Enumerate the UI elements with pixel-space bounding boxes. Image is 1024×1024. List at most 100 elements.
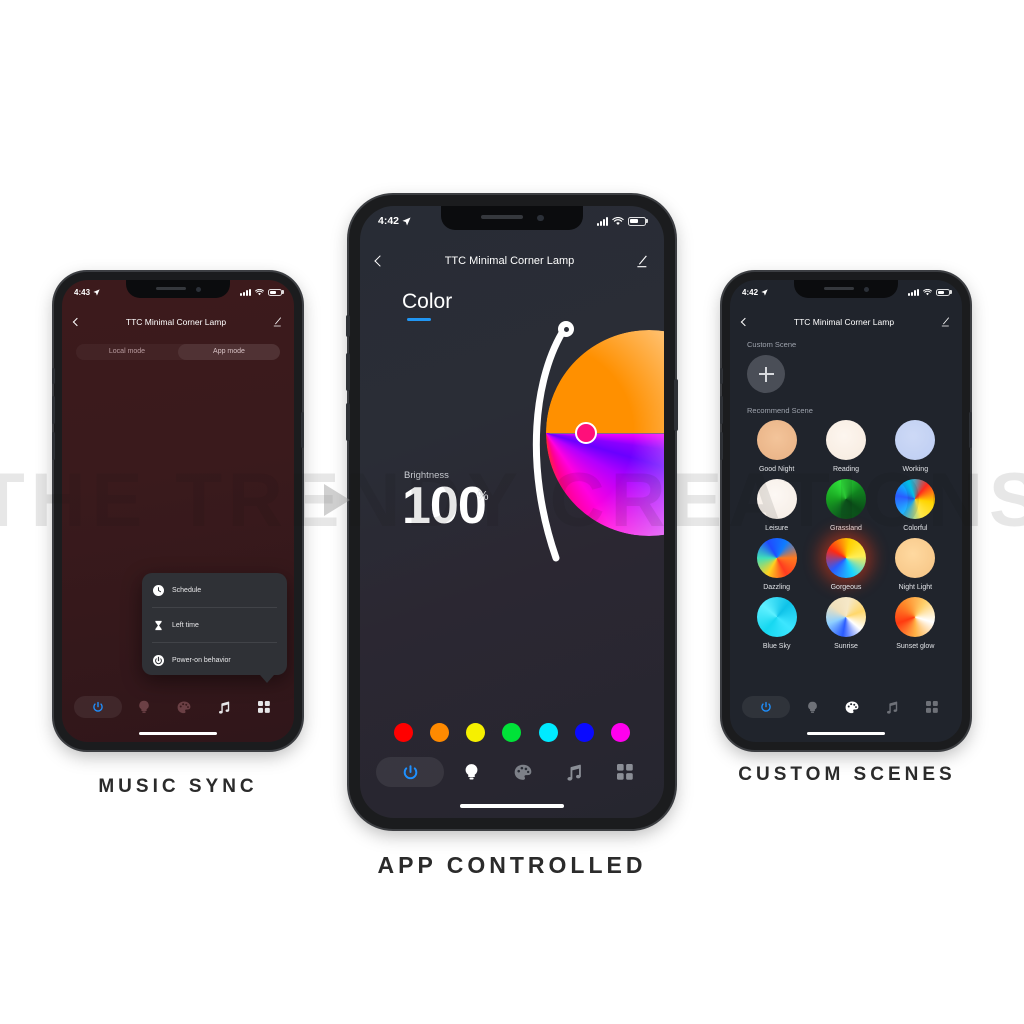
scene-item[interactable]: Leisure: [742, 479, 811, 532]
side-button-volume-up[interactable]: [52, 396, 55, 424]
tab-music[interactable]: [548, 764, 599, 781]
tab-light[interactable]: [124, 700, 164, 714]
swatch-green[interactable]: [502, 723, 522, 742]
scene-item[interactable]: Grassland: [811, 479, 880, 532]
page-title: TTC Minimal Corner Lamp: [444, 255, 575, 267]
scene-thumbnail[interactable]: [895, 597, 936, 637]
tab-music[interactable]: [872, 701, 912, 714]
scene-thumbnail[interactable]: [756, 538, 797, 578]
tab-light[interactable]: [792, 701, 832, 714]
swatch-cyan[interactable]: [538, 723, 558, 742]
status-indicators: [908, 288, 950, 296]
side-button-power[interactable]: [674, 379, 678, 431]
battery-icon: [268, 288, 282, 296]
scene-item[interactable]: Sunrise: [811, 597, 880, 650]
side-button-power[interactable]: [969, 412, 972, 448]
mode-option-local[interactable]: Local mode: [76, 344, 178, 360]
power-pill[interactable]: [376, 757, 444, 787]
add-custom-scene-button[interactable]: [747, 355, 785, 393]
custom-scene-label: Custom Scene: [747, 340, 797, 349]
swatch-magenta[interactable]: [610, 723, 630, 742]
scene-item[interactable]: Colorful: [881, 479, 950, 532]
power-behavior-icon: [153, 654, 164, 666]
tab-light[interactable]: [446, 763, 497, 781]
tab-more[interactable]: [599, 764, 650, 780]
tab-more[interactable]: [244, 701, 284, 713]
scene-thumbnail[interactable]: [825, 420, 866, 460]
tab-scene[interactable]: [497, 764, 548, 781]
side-button-volume-down[interactable]: [52, 432, 55, 460]
side-button-mute[interactable]: [720, 368, 723, 384]
home-indicator[interactable]: [139, 732, 217, 735]
right-phone-screen: 4:42 TTC Minimal Corner Lamp Custom Scen…: [730, 280, 962, 742]
popup-item-power-on-behavior[interactable]: Power-on behavior: [142, 643, 287, 677]
tab-scene[interactable]: [832, 701, 872, 714]
scene-item[interactable]: Gorgeous: [811, 538, 880, 591]
phone-center-app-controlled: 4:42 TTC Minimal Corner Lamp Color Brigh…: [346, 195, 678, 829]
scene-thumbnail[interactable]: [895, 420, 936, 460]
scene-label: Night Light: [898, 584, 933, 591]
brightness-knob[interactable]: [558, 321, 574, 337]
side-button-volume-down[interactable]: [720, 432, 723, 460]
tab-power[interactable]: [72, 696, 124, 718]
scene-label: Sunrise: [834, 643, 858, 650]
cellular-signal-icon: [908, 288, 919, 296]
tab-power[interactable]: [740, 696, 792, 718]
tab-scene[interactable]: [164, 701, 204, 714]
mode-option-app[interactable]: App mode: [178, 344, 280, 360]
scene-thumbnail[interactable]: [756, 420, 797, 460]
home-indicator[interactable]: [460, 804, 564, 808]
popup-item-left-time[interactable]: Left time: [142, 608, 287, 642]
swatch-yellow[interactable]: [466, 723, 486, 742]
grid-squares-icon: [616, 764, 633, 780]
pencil-edit-icon[interactable]: [940, 317, 950, 327]
power-pill[interactable]: [742, 696, 790, 718]
side-button-mute[interactable]: [52, 368, 55, 384]
side-button-power[interactable]: [301, 412, 304, 448]
home-indicator[interactable]: [807, 732, 885, 735]
power-pill[interactable]: [74, 696, 122, 718]
popup-label: Schedule: [172, 586, 202, 594]
scene-thumbnail[interactable]: [756, 597, 797, 637]
palette-icon: [177, 701, 191, 713]
scene-item[interactable]: Night Light: [881, 538, 950, 591]
swatch-orange[interactable]: [430, 723, 450, 742]
mode-toggle[interactable]: Local mode App mode: [76, 344, 280, 360]
scene-item[interactable]: Blue Sky: [742, 597, 811, 650]
popup-label: Left time: [172, 621, 199, 629]
hourglass-icon: [153, 620, 164, 631]
pencil-edit-icon[interactable]: [272, 317, 282, 327]
status-time: 4:42: [742, 287, 759, 297]
scene-thumbnail[interactable]: [895, 538, 936, 578]
side-button-volume-up[interactable]: [346, 353, 350, 391]
scene-thumbnail[interactable]: [825, 538, 866, 578]
scene-item[interactable]: Dazzling: [742, 538, 811, 591]
power-icon: [761, 701, 771, 712]
side-button-mute[interactable]: [346, 315, 350, 337]
scene-thumbnail[interactable]: [895, 479, 936, 519]
pencil-edit-icon[interactable]: [635, 255, 648, 268]
battery-icon: [936, 288, 950, 296]
scene-item[interactable]: Good Night: [742, 420, 811, 473]
tab-more[interactable]: [912, 701, 952, 713]
status-time: 4:42: [378, 215, 400, 227]
caption-custom-scenes: CUSTOM SCENES: [738, 764, 956, 785]
tab-power[interactable]: [374, 757, 446, 787]
tab-music[interactable]: [204, 701, 244, 714]
swatch-red[interactable]: [394, 723, 413, 742]
color-swatch-row: [394, 723, 630, 742]
tab-color-label[interactable]: Color: [402, 290, 452, 314]
scene-thumbnail[interactable]: [825, 479, 866, 519]
popup-item-schedule[interactable]: Schedule: [142, 573, 287, 607]
scene-label: Good Night: [758, 466, 795, 473]
scene-thumbnail[interactable]: [756, 479, 797, 519]
side-button-volume-down[interactable]: [346, 403, 350, 441]
scene-item[interactable]: Sunset glow: [881, 597, 950, 650]
brightness-arc[interactable]: [504, 316, 584, 576]
scene-label: Dazzling: [763, 584, 791, 591]
scene-item[interactable]: Reading: [811, 420, 880, 473]
scene-item[interactable]: Working: [881, 420, 950, 473]
side-button-volume-up[interactable]: [720, 396, 723, 424]
swatch-blue[interactable]: [574, 723, 594, 742]
scene-thumbnail[interactable]: [825, 597, 866, 637]
